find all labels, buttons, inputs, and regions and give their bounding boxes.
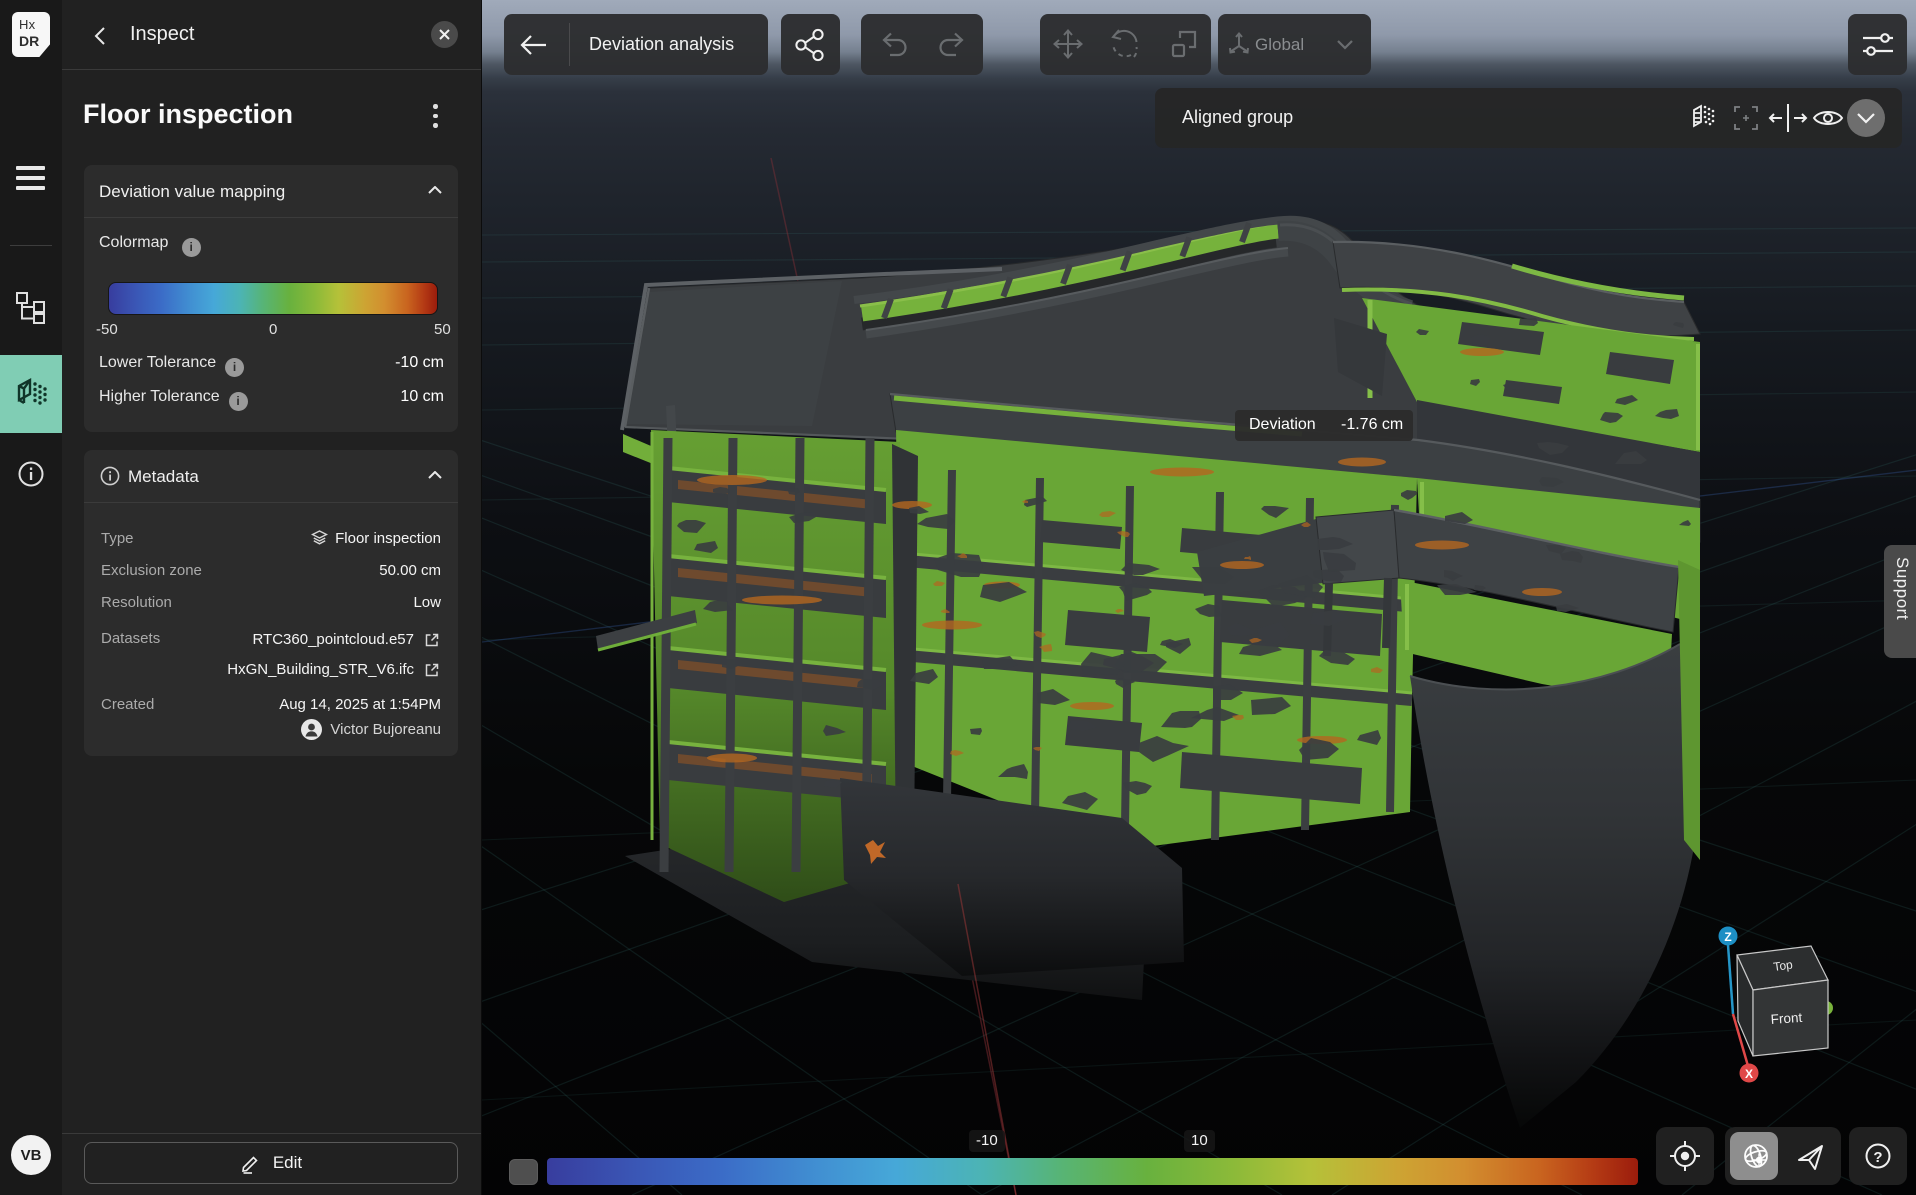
- svg-text:Top: Top: [1772, 957, 1793, 974]
- svg-text:X: X: [1745, 1067, 1753, 1081]
- svg-text:Front: Front: [1770, 1010, 1803, 1027]
- svg-text:Z: Z: [1724, 930, 1731, 944]
